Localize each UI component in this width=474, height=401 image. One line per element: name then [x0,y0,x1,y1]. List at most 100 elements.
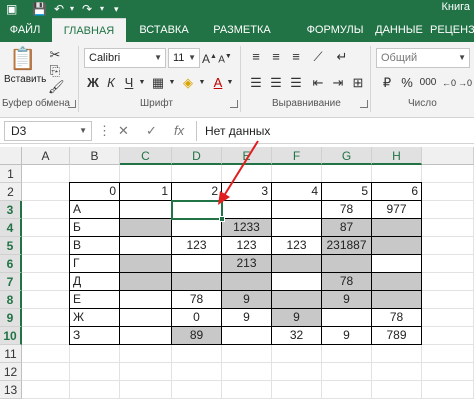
align-center-icon[interactable]: ☰ [268,74,284,92]
tab-file[interactable]: ФАЙЛ [0,18,50,42]
fill-color-icon[interactable]: ◈ [180,74,196,92]
cell-a1[interactable] [22,165,70,183]
row-header-6[interactable]: 6 [0,255,22,273]
column-header-c[interactable]: C [120,147,172,165]
thousands-separator-icon[interactable]: 000 [418,74,438,92]
chevron-down-icon[interactable]: ▼ [198,74,206,92]
cell-i12[interactable] [422,363,474,381]
cell-f6[interactable] [272,255,322,273]
row-header-4[interactable]: 4 [0,219,22,237]
cell-b2[interactable]: 0 [70,183,120,201]
tab-home[interactable]: ГЛАВНАЯ [52,18,126,42]
undo-dropdown-icon[interactable]: ▾ [70,1,74,17]
cell-a3[interactable] [22,201,70,219]
paste-button[interactable]: Вставить [4,74,46,85]
cell-b8[interactable]: Е [70,291,120,309]
cell-e5[interactable]: 123 [222,237,272,255]
cell-a12[interactable] [22,363,70,381]
cell-g2[interactable]: 5 [322,183,372,201]
cell-a7[interactable] [22,273,70,291]
cell-e4[interactable]: 1233 [222,219,272,237]
cell-f9[interactable]: 9 [272,309,322,327]
cell-c8[interactable] [120,291,172,309]
cell-c4[interactable] [120,219,172,237]
increase-font-icon[interactable]: A▲ [202,48,217,68]
cell-g3[interactable]: 78 [322,201,372,219]
cell-h6[interactable] [372,255,422,273]
cell-a13[interactable] [22,381,70,399]
italic-icon[interactable]: К [104,74,118,92]
alignment-launcher-icon[interactable] [360,100,368,108]
cell-b4[interactable]: Б [70,219,120,237]
cell-g8[interactable]: 9 [322,291,372,309]
cell-a10[interactable] [22,327,70,345]
cell-i2[interactable] [422,183,474,201]
cell-b6[interactable]: Г [70,255,120,273]
row-header-2[interactable]: 2 [0,183,22,201]
cell-e10[interactable] [222,327,272,345]
formula-input[interactable]: Нет данных [196,121,474,141]
cell-h13[interactable] [372,381,422,399]
cell-g11[interactable] [322,345,372,363]
row-header-10[interactable]: 10 [0,327,22,345]
cell-f4[interactable] [272,219,322,237]
cell-f12[interactable] [272,363,322,381]
redo-icon[interactable]: ↷ [82,1,92,17]
percent-format-icon[interactable]: % [400,74,414,92]
row-header-7[interactable]: 7 [0,273,22,291]
font-size-combo[interactable]: 11 ▼ [168,48,200,68]
orientation-icon[interactable]: ⟋ [310,48,326,66]
cell-f1[interactable] [272,165,322,183]
decrease-font-icon[interactable]: A▼ [218,48,232,69]
cell-g10[interactable]: 9 [322,327,372,345]
cell-h12[interactable] [372,363,422,381]
tab-data[interactable]: ДАННЫЕ [370,18,428,42]
cell-c7[interactable] [120,273,172,291]
cell-i1[interactable] [422,165,474,183]
cell-g5[interactable]: 231887 [322,237,372,255]
name-box[interactable]: D3 ▼ [4,121,92,141]
cell-g12[interactable] [322,363,372,381]
row-header-1[interactable]: 1 [0,165,22,183]
cell-a2[interactable] [22,183,70,201]
cell-d1[interactable] [172,165,222,183]
row-header-9[interactable]: 9 [0,309,22,327]
cell-g7[interactable]: 78 [322,273,372,291]
cell-c13[interactable] [120,381,172,399]
cell-h2[interactable]: 6 [372,183,422,201]
cell-c9[interactable] [120,309,172,327]
cell-f13[interactable] [272,381,322,399]
cell-b1[interactable] [70,165,120,183]
chevron-down-icon[interactable]: ▼ [226,74,234,92]
cell-c2[interactable]: 1 [120,183,172,201]
tab-review[interactable]: РЕЦЕНЗ [430,18,474,42]
cell-c5[interactable] [120,237,172,255]
cell-d2[interactable]: 2 [172,183,222,201]
wrap-text-icon[interactable]: ↵ [334,48,350,66]
column-header-g[interactable]: G [322,147,372,165]
paste-icon[interactable]: 📋 [6,46,40,72]
cell-c11[interactable] [120,345,172,363]
font-color-icon[interactable]: A [210,74,226,92]
bold-icon[interactable]: Ж [86,74,100,92]
customize-toolbar-icon[interactable]: ▾ [114,1,119,17]
cell-a6[interactable] [22,255,70,273]
format-painter-icon[interactable]: 🖌 [48,78,65,96]
cell-b11[interactable] [70,345,120,363]
cell-i3[interactable] [422,201,474,219]
cell-d5[interactable]: 123 [172,237,222,255]
row-header-11[interactable]: 11 [0,345,22,363]
cell-b9[interactable]: Ж [70,309,120,327]
column-header-h[interactable]: H [372,147,422,165]
cell-i7[interactable] [422,273,474,291]
increase-indent-icon[interactable]: ⇥ [330,74,346,92]
cell-f2[interactable]: 4 [272,183,322,201]
cell-h10[interactable]: 789 [372,327,422,345]
select-all-corner[interactable] [0,147,22,165]
cell-c12[interactable] [120,363,172,381]
font-name-combo[interactable]: Calibri ▼ [84,48,166,68]
cell-i8[interactable] [422,291,474,309]
cell-d13[interactable] [172,381,222,399]
cell-e12[interactable] [222,363,272,381]
cell-e13[interactable] [222,381,272,399]
